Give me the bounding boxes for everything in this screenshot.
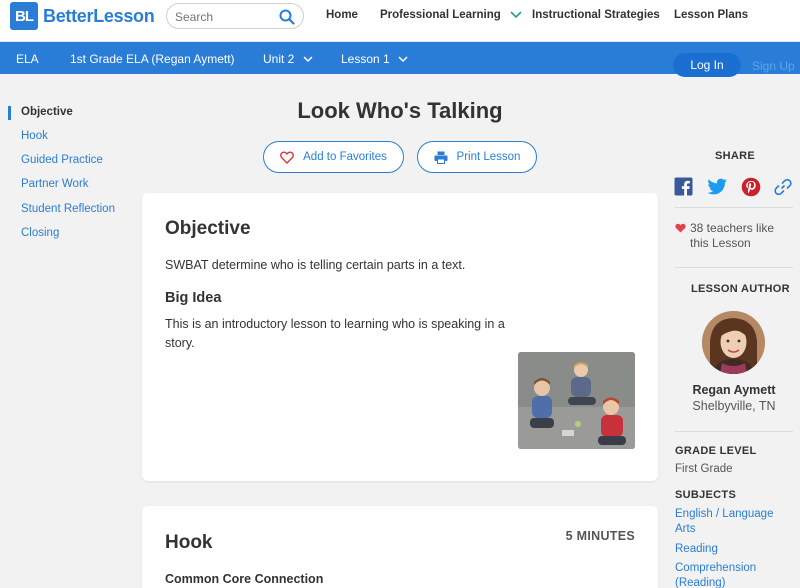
- facebook-icon[interactable]: [674, 177, 694, 197]
- heart-icon: [675, 223, 686, 233]
- nav-lesson-plans[interactable]: Lesson Plans: [674, 9, 748, 21]
- hook-heading: Hook: [165, 532, 213, 553]
- print-lesson-label: Print Lesson: [456, 151, 521, 163]
- likes-count: 38 teachers like this Lesson: [690, 221, 775, 250]
- sidebar-item-partner-work[interactable]: Partner Work: [21, 178, 89, 190]
- chevron-down-icon: [398, 56, 408, 63]
- likes-divider: [675, 267, 793, 268]
- page-title: Look Who's Talking: [297, 98, 503, 123]
- brand-logo[interactable]: BL BetterLesson: [10, 2, 155, 30]
- big-idea-text: This is an introductory lesson to learni…: [165, 317, 505, 350]
- printer-icon: [434, 151, 448, 164]
- add-to-favorites-button[interactable]: Add to Favorites: [263, 141, 404, 173]
- share-divider: [675, 207, 793, 208]
- search-input[interactable]: [175, 8, 275, 25]
- objective-heading: Objective: [165, 218, 251, 239]
- subjects-label: SUBJECTS: [675, 489, 737, 501]
- lesson-author-label: LESSON AUTHOR: [691, 283, 790, 295]
- sidebar-item-guided-practice[interactable]: Guided Practice: [21, 154, 103, 166]
- children-photo-illustration: [518, 352, 635, 449]
- breadcrumb-subject[interactable]: ELA: [16, 52, 39, 66]
- author-name[interactable]: Regan Aymett: [675, 383, 793, 397]
- share-label: SHARE: [715, 150, 756, 162]
- hook-minutes: 5 MINUTES: [565, 529, 635, 543]
- sidebar-item-hook[interactable]: Hook: [21, 130, 48, 142]
- subject-link-comprehension[interactable]: Comprehension (Reading): [675, 561, 793, 588]
- big-idea-heading: Big Idea: [165, 290, 222, 306]
- signup-link[interactable]: Sign Up: [752, 59, 795, 73]
- chevron-down-icon: [510, 11, 522, 19]
- logo-text: BetterLesson: [43, 5, 155, 26]
- hook-card: Hook 5 MINUTES Common Core Connection: [142, 506, 658, 588]
- grade-level-value: First Grade: [675, 463, 733, 475]
- author-divider: [675, 431, 793, 432]
- search-icon[interactable]: [279, 9, 295, 25]
- avatar[interactable]: [702, 311, 765, 374]
- nav-instructional-strategies[interactable]: Instructional Strategies: [532, 9, 660, 21]
- nav-home[interactable]: Home: [326, 9, 358, 21]
- search-box: [166, 3, 304, 29]
- chevron-down-icon: [303, 56, 313, 63]
- breadcrumb-unit[interactable]: Unit 2: [263, 52, 313, 66]
- nav-professional-learning[interactable]: Professional Learning: [380, 9, 522, 21]
- breadcrumb-course[interactable]: 1st Grade ELA (Regan Aymett): [70, 52, 235, 66]
- sidebar-item-student-reflection[interactable]: Student Reflection: [21, 203, 115, 215]
- sidebar-item-objective[interactable]: Objective: [21, 106, 73, 118]
- heart-outline-icon: [280, 151, 294, 164]
- add-to-favorites-label: Add to Favorites: [303, 151, 387, 163]
- lesson-photo[interactable]: [518, 352, 635, 449]
- login-button[interactable]: Log In: [673, 53, 741, 77]
- author-portrait: [702, 311, 765, 374]
- objective-card: Objective SWBAT determine who is telling…: [142, 193, 658, 481]
- top-navigation: BL BetterLesson Home Professional Learni…: [0, 0, 800, 42]
- objective-text: SWBAT determine who is telling certain p…: [165, 258, 466, 272]
- breadcrumb-lesson[interactable]: Lesson 1: [341, 52, 408, 66]
- breadcrumb-unit-label: Unit 2: [263, 52, 295, 66]
- breadcrumb-lesson-label: Lesson 1: [341, 52, 390, 66]
- twitter-icon[interactable]: [706, 177, 728, 197]
- link-icon[interactable]: [773, 177, 793, 197]
- pinterest-icon[interactable]: [741, 177, 761, 197]
- sidebar-item-closing[interactable]: Closing: [21, 227, 59, 239]
- common-core-heading: Common Core Connection: [165, 572, 324, 586]
- subject-link-ela[interactable]: English / Language Arts: [675, 507, 793, 537]
- author-location: Shelbyville, TN: [692, 399, 776, 413]
- print-lesson-button[interactable]: Print Lesson: [417, 141, 537, 173]
- grade-level-label: GRADE LEVEL: [675, 445, 757, 457]
- logo-mark: BL: [10, 2, 38, 30]
- subject-link-reading[interactable]: Reading: [675, 542, 793, 557]
- active-section-marker: [8, 106, 11, 120]
- nav-professional-learning-label: Professional Learning: [380, 9, 501, 21]
